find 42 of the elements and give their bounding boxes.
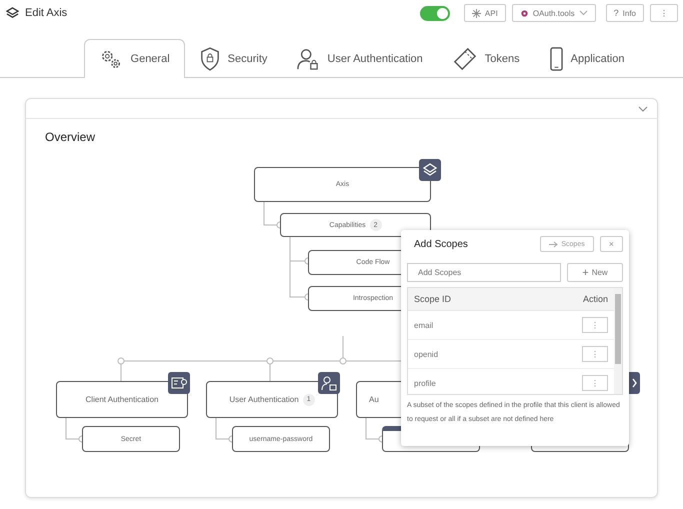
info-button[interactable]: ? Info [606,4,644,22]
new-button[interactable]: + New [567,263,623,282]
scrollbar[interactable] [614,288,622,394]
node-label: Au [369,395,379,404]
action-button[interactable]: ⋮ [582,317,608,333]
action-button[interactable]: ⋮ [582,346,608,362]
oauth-tools-button[interactable]: OAuth.tools [512,4,596,22]
section-title: Overview [45,130,96,144]
user-lock-icon [318,372,340,394]
user-lock-icon [297,48,320,70]
node-label: Client Authentication [86,395,158,404]
arrow-right-icon [549,240,558,248]
caret-icon [578,10,588,16]
connector-dot [117,357,125,365]
connector-dot [339,357,347,365]
phone-icon [550,46,563,70]
asterisk-icon [472,8,481,18]
scopes-input[interactable]: Add Scopes [407,263,561,282]
column-header: Action [582,294,608,304]
diagram-node[interactable]: Client Authentication [56,381,188,418]
page-title: Edit Axis [25,7,68,19]
ticket-icon [452,46,477,70]
popup-title: Add Scopes [413,238,469,250]
tab[interactable]: Application [534,39,640,77]
cube-icon [6,6,19,20]
tab[interactable]: General [84,39,185,78]
table-cell: profile [414,378,436,388]
connector-dot [266,357,274,365]
tab[interactable]: User Authentication [282,39,438,77]
more-button[interactable]: ⋮ [650,4,678,22]
id-card-icon [168,372,190,394]
table-cell: openid [414,350,438,358]
toggle-switch[interactable] [420,6,450,20]
node-label: User Authentication [229,395,299,404]
layers-icon [419,159,441,181]
shield-lock-icon [200,46,220,70]
action-button[interactable]: ⋮ [582,375,608,391]
tab[interactable]: Tokens [438,39,535,77]
api-button[interactable]: API [464,4,506,22]
chevron-down-icon[interactable] [638,106,648,112]
tab[interactable]: Security [184,39,282,77]
table-cell: email [414,320,434,330]
